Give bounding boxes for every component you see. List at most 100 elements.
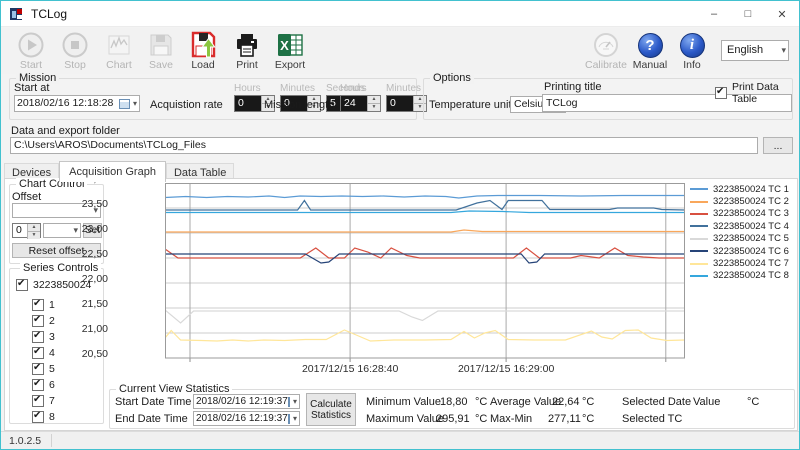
legend-color-dash: [690, 250, 708, 252]
minimize-button[interactable]: –: [697, 1, 731, 27]
length-hours-spinner[interactable]: 24▲▼: [340, 95, 381, 112]
app-icon: [10, 7, 24, 21]
checkbox-icon: [32, 363, 44, 375]
selected-tc-label: Selected TC: [622, 413, 682, 425]
average-value: 22,64: [552, 396, 580, 408]
stats-start-datetime-picker[interactable]: 2018/02/16 12:19:37 ▾: [193, 394, 300, 409]
series-checkbox-4[interactable]: 4: [32, 347, 55, 359]
chart-legend: 3223850024 TC 13223850024 TC 23223850024…: [690, 183, 789, 282]
calendar-icon: [288, 397, 290, 407]
end-date-time-label: End Date Time: [115, 413, 188, 425]
minimum-unit: °C: [475, 396, 487, 408]
stop-button[interactable]: Stop: [53, 31, 97, 73]
acquisition-rate-label: Acquistion rate: [150, 99, 223, 111]
average-unit: °C: [582, 396, 594, 408]
length-minutes-label: Minutes: [386, 83, 421, 94]
minimum-value: 18,80: [440, 396, 468, 408]
stop-icon: [53, 31, 97, 58]
language-select[interactable]: English: [721, 40, 789, 61]
svg-text:X: X: [280, 38, 289, 53]
y-tick-label: 23,00: [82, 223, 108, 235]
legend-color-dash: [690, 213, 708, 215]
toolbar: Start Stop Chart Save Load Print: [1, 28, 799, 74]
y-tick-label: 21,50: [82, 298, 108, 310]
chevron-down-icon: ▾: [133, 96, 137, 111]
series-checkbox-3[interactable]: 3: [32, 331, 55, 343]
rate-minutes-label: Minutes: [280, 83, 315, 94]
spin-up-icon: ▲: [367, 96, 380, 103]
info-icon: i: [670, 31, 714, 58]
calculate-statistics-button[interactable]: Calculate Statistics: [306, 393, 356, 426]
save-icon: [139, 31, 183, 58]
maximum-value-label: Maximum Value: [366, 413, 444, 425]
folder-path-input[interactable]: C:\Users\AROS\Documents\TCLog_Files: [10, 137, 758, 154]
max-min-label: Max-Min: [490, 413, 532, 425]
print-icon: [225, 31, 269, 58]
statusbar-separator: [51, 434, 52, 447]
close-button[interactable]: ✕: [765, 1, 799, 27]
series-checkbox-8[interactable]: 8: [32, 411, 55, 423]
checkbox-icon: [32, 379, 44, 391]
legend-color-dash: [690, 225, 708, 227]
mission-length-label: Mission length: [264, 99, 334, 111]
maximum-unit: °C: [475, 413, 487, 425]
calendar-icon: [288, 414, 290, 424]
browse-folder-button[interactable]: ...: [763, 137, 793, 154]
start-icon: [9, 31, 53, 58]
spin-down-icon: ▼: [27, 231, 40, 239]
start-at-label: Start at: [14, 82, 49, 94]
y-tick-label: 21,00: [82, 323, 108, 335]
manual-button[interactable]: ? Manual: [628, 31, 672, 73]
series-checkbox-7[interactable]: 7: [32, 395, 55, 407]
folder-label: Data and export folder: [11, 125, 120, 137]
statistics-group: Current View Statistics Start Date Time …: [109, 389, 795, 429]
series-checkbox-5[interactable]: 5: [32, 363, 55, 375]
maximum-value: 295,91: [436, 413, 470, 425]
acquisition-graph-page: Chart Control Offset 0 ▲▼ Set Reset offs…: [4, 178, 798, 431]
save-button[interactable]: Save: [139, 31, 183, 73]
mission-group: Mission Start at 2018/02/16 12:18:28 ▾ A…: [9, 78, 417, 120]
chart-icon: [97, 31, 141, 58]
mission-start-datetime-picker[interactable]: 2018/02/16 12:18:28 ▾: [14, 95, 140, 112]
print-data-table-checkbox[interactable]: Print Data Table: [715, 81, 792, 105]
calibrate-button[interactable]: Calibrate: [584, 31, 628, 73]
series-checkbox-6[interactable]: 6: [32, 379, 55, 391]
legend-color-dash: [690, 275, 708, 277]
legend-item: 3223850024 TC 6: [690, 245, 789, 257]
value-label: Value: [693, 396, 720, 408]
legend-item: 3223850024 TC 8: [690, 270, 789, 282]
length-minutes-spinner[interactable]: 0▲▼: [386, 95, 427, 112]
chart-plot-area[interactable]: [165, 183, 685, 364]
offset-value-spinner[interactable]: 0 ▲▼: [12, 223, 41, 238]
printing-title-label: Printing title: [544, 81, 601, 93]
series-checkbox-1[interactable]: 1: [32, 299, 55, 311]
info-button[interactable]: i Info: [670, 31, 714, 73]
chart-button[interactable]: Chart: [97, 31, 141, 73]
checkbox-icon: [32, 331, 44, 343]
value-unit: °C: [747, 396, 759, 408]
manual-question-icon: ?: [628, 31, 672, 58]
start-button[interactable]: Start: [9, 31, 53, 73]
export-button[interactable]: X Export: [268, 31, 312, 73]
legend-color-dash: [690, 263, 708, 265]
load-button[interactable]: Load: [181, 31, 225, 73]
version-text: 1.0.2.5: [9, 435, 41, 447]
selected-date-label: Selected Date: [622, 396, 691, 408]
series-checkbox-2[interactable]: 2: [32, 315, 55, 327]
print-button[interactable]: Print: [225, 31, 269, 73]
options-group: Options Temperature unit Celsius Printin…: [423, 78, 793, 120]
y-tick-label: 22,50: [82, 248, 108, 260]
y-tick-label: 20,50: [82, 348, 108, 360]
length-hours-label: Hours: [340, 83, 367, 94]
temperature-unit-label: Temperature unit: [429, 99, 512, 111]
average-value-label: Average Value: [490, 396, 561, 408]
stats-end-datetime-picker[interactable]: 2018/02/16 12:19:37 ▾: [193, 411, 300, 426]
start-date-time-label: Start Date Time: [115, 396, 191, 408]
app-window: TCLog – □ ✕ Start Stop Chart Save: [0, 0, 800, 450]
checkbox-icon: [32, 299, 44, 311]
x-tick-label: 2017/12/15 16:28:40: [302, 363, 398, 375]
maximize-button[interactable]: □: [731, 1, 765, 27]
chevron-down-icon: ▾: [293, 411, 297, 426]
tab-acquisition-graph[interactable]: Acquisition Graph: [59, 161, 166, 182]
legend-item: 3223850024 TC 7: [690, 257, 789, 269]
